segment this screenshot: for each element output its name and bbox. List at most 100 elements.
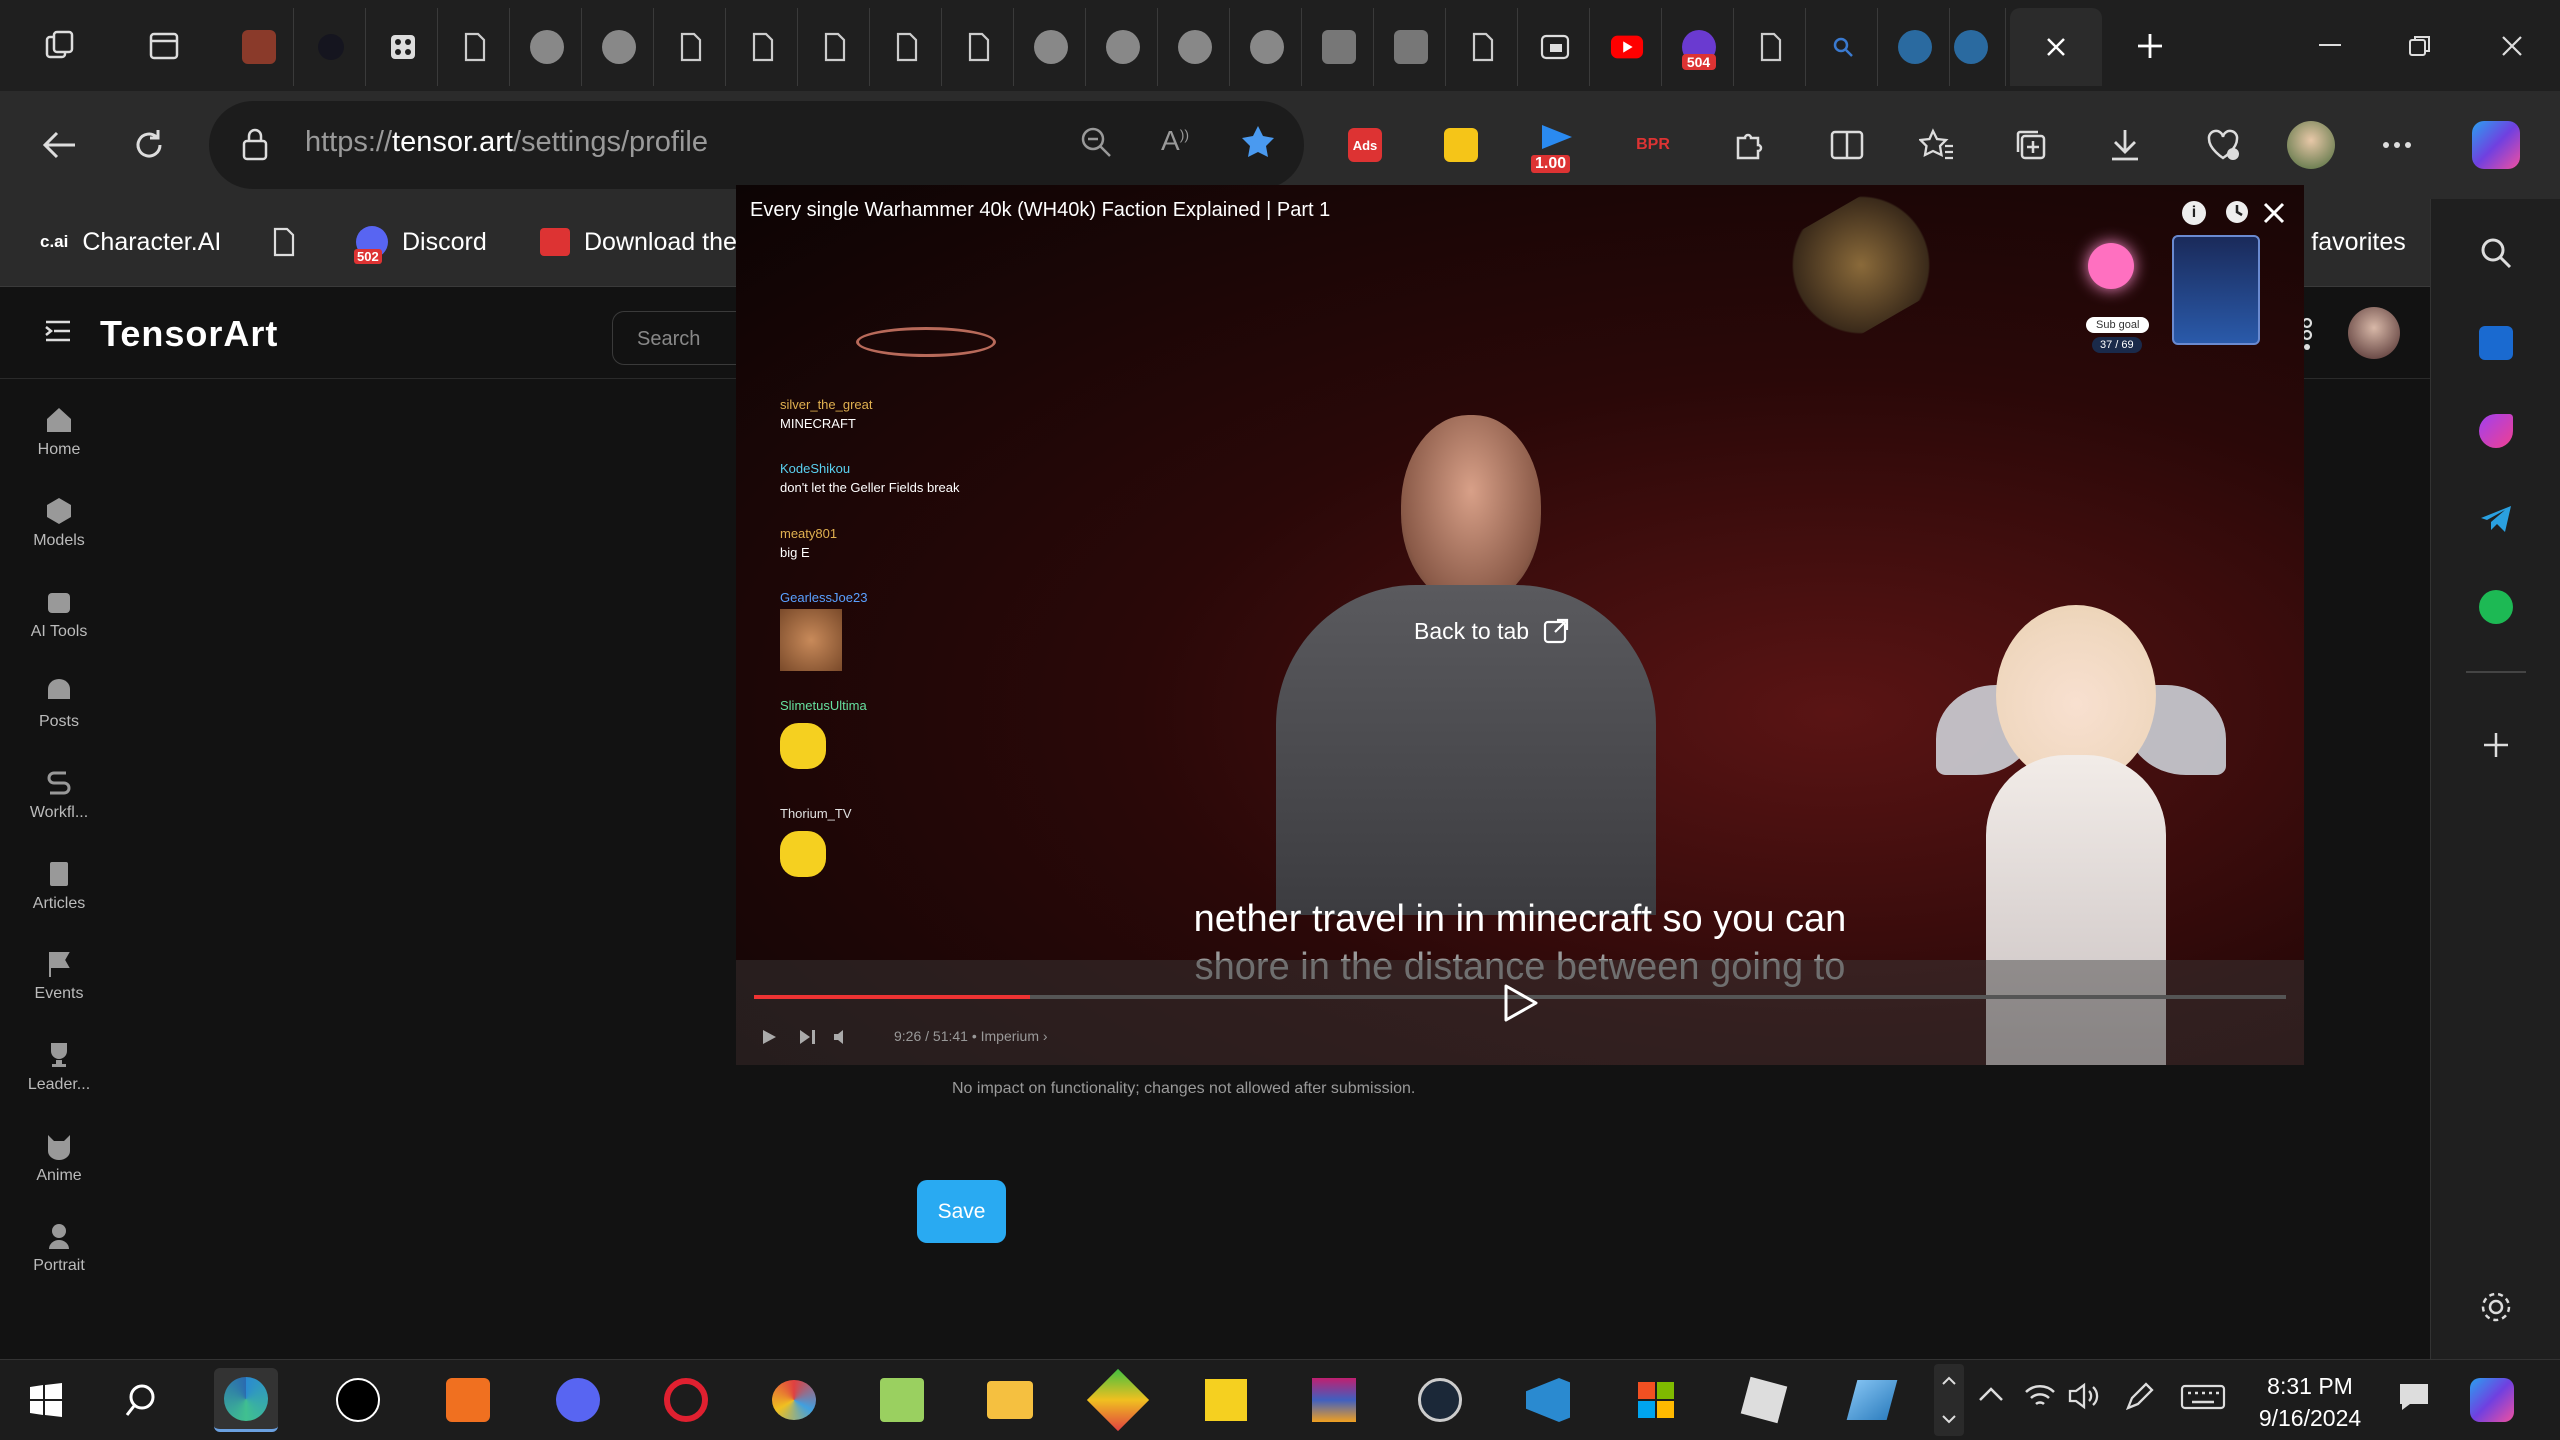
tab[interactable] — [1016, 8, 1086, 86]
designer-icon[interactable] — [2468, 403, 2524, 459]
favorite-page[interactable] — [272, 217, 296, 267]
tab[interactable] — [1088, 8, 1158, 86]
discord-taskbar-icon[interactable] — [546, 1368, 610, 1432]
tab[interactable] — [512, 8, 582, 86]
nav-posts[interactable]: Posts — [0, 677, 118, 747]
favorite-star-icon[interactable] — [1239, 123, 1277, 161]
keyboard-icon[interactable] — [2180, 1384, 2226, 1410]
opera-icon[interactable] — [654, 1368, 718, 1432]
app-icon[interactable] — [1840, 1368, 1904, 1432]
tab[interactable] — [1232, 8, 1302, 86]
new-tab-button[interactable] — [2126, 22, 2174, 70]
tab[interactable] — [800, 8, 870, 86]
extension-icon[interactable] — [1434, 118, 1488, 172]
spotify-icon[interactable] — [2468, 579, 2524, 635]
minimize-button[interactable] — [2306, 22, 2354, 70]
winrar-icon[interactable] — [1302, 1368, 1366, 1432]
nav-articles[interactable]: Articles — [0, 859, 118, 929]
back-button[interactable] — [32, 118, 86, 172]
tab[interactable] — [1520, 8, 1590, 86]
tab[interactable] — [584, 8, 654, 86]
back-to-tab-button[interactable]: Back to tab — [1414, 606, 1569, 656]
nav-anime[interactable]: Anime — [0, 1131, 118, 1201]
nav-workflows[interactable]: Workfl... — [0, 768, 118, 838]
copilot-taskbar-icon[interactable] — [2470, 1378, 2514, 1422]
profile-avatar[interactable] — [2284, 118, 2338, 172]
tensorart-logo[interactable]: TensorArt — [100, 313, 278, 355]
volume-icon[interactable] — [832, 1028, 850, 1046]
tab[interactable] — [440, 8, 510, 86]
tab[interactable] — [1808, 8, 1878, 86]
close-window-button[interactable] — [2488, 22, 2536, 70]
tab[interactable]: 504 — [1664, 8, 1734, 86]
tab[interactable] — [368, 8, 438, 86]
sidebar-settings-icon[interactable] — [2468, 1279, 2524, 1335]
taskbar-scroll[interactable] — [1934, 1364, 1964, 1436]
vertical-tabs-icon[interactable] — [140, 22, 188, 70]
system-clock[interactable]: 8:31 PM 9/16/2024 — [2240, 1370, 2380, 1434]
pen-icon[interactable] — [2124, 1382, 2154, 1412]
collections-icon[interactable] — [2004, 118, 2058, 172]
paint-icon[interactable] — [762, 1368, 826, 1432]
tab[interactable] — [1936, 8, 2006, 86]
read-aloud-icon[interactable]: A)) — [1161, 125, 1189, 157]
close-tab-icon[interactable] — [2045, 36, 2067, 58]
picture-in-picture-window[interactable]: Every single Warhammer 40k (WH40k) Facti… — [736, 185, 2304, 1065]
bluestacks-icon[interactable] — [1086, 1368, 1150, 1432]
nav-ai-tools[interactable]: AI Tools — [0, 587, 118, 657]
close-pip-icon[interactable] — [2262, 201, 2286, 225]
nav-events[interactable]: Events — [0, 949, 118, 1019]
play-button[interactable] — [1500, 982, 1540, 1024]
restore-button[interactable] — [2396, 22, 2444, 70]
roblox-icon[interactable] — [1732, 1368, 1796, 1432]
tab[interactable] — [1304, 8, 1374, 86]
tab[interactable] — [224, 8, 294, 86]
speed-extension-icon[interactable]: 1.00 — [1530, 118, 1584, 173]
tab-active[interactable] — [2010, 8, 2102, 86]
extensions-puzzle-icon[interactable] — [1722, 118, 1776, 172]
sticky-notes-icon[interactable] — [1194, 1368, 1258, 1432]
tab[interactable] — [1448, 8, 1518, 86]
nav-portrait[interactable]: Portrait — [0, 1221, 118, 1291]
menu-toggle-icon[interactable] — [44, 319, 72, 343]
info-icon[interactable]: i — [2182, 201, 2206, 225]
next-icon[interactable] — [798, 1028, 816, 1046]
clock-icon[interactable] — [2224, 199, 2250, 225]
chevron-up-icon[interactable] — [1978, 1386, 2004, 1402]
tab[interactable] — [296, 8, 366, 86]
notifications-icon[interactable] — [2398, 1382, 2430, 1412]
copilot-icon[interactable] — [2466, 115, 2526, 175]
lock-icon[interactable] — [241, 127, 269, 161]
workspaces-icon[interactable] — [36, 22, 84, 70]
nav-models[interactable]: Models — [0, 496, 118, 566]
address-bar[interactable]: https://tensor.art/settings/profile A)) — [209, 101, 1304, 189]
refresh-button[interactable] — [122, 118, 176, 172]
tab[interactable] — [944, 8, 1014, 86]
save-button[interactable]: Save — [917, 1180, 1006, 1243]
adblock-extension-icon[interactable]: Ads — [1338, 118, 1392, 172]
favorite-discord[interactable]: 502 Discord — [354, 217, 487, 267]
tab[interactable] — [656, 8, 726, 86]
nav-leaderboard[interactable]: Leader... — [0, 1040, 118, 1110]
bpr-extension-icon[interactable]: BPR — [1626, 118, 1680, 172]
favorite-download[interactable]: Download the — [540, 217, 737, 267]
wifi-icon[interactable] — [2024, 1382, 2056, 1410]
steam-icon[interactable] — [1408, 1368, 1472, 1432]
user-avatar[interactable] — [2348, 307, 2400, 359]
tab[interactable] — [1160, 8, 1230, 86]
outlook-icon[interactable] — [2468, 315, 2524, 371]
tiktok-icon[interactable] — [326, 1368, 390, 1432]
telegram-icon[interactable] — [2468, 491, 2524, 547]
add-sidebar-app-icon[interactable] — [2468, 717, 2524, 773]
favorite-character-ai[interactable]: c.ai Character.AI — [40, 217, 221, 267]
tab[interactable] — [728, 8, 798, 86]
notepad-plus-icon[interactable] — [870, 1368, 934, 1432]
tab[interactable] — [872, 8, 942, 86]
microsoft-store-icon[interactable] — [1624, 1368, 1688, 1432]
tab[interactable] — [1736, 8, 1806, 86]
favorites-icon[interactable] — [1910, 118, 1964, 172]
tab[interactable] — [1592, 8, 1662, 86]
more-menu-icon[interactable] — [2370, 118, 2424, 172]
volume-icon[interactable] — [2068, 1382, 2100, 1410]
nav-home[interactable]: Home — [0, 405, 118, 475]
